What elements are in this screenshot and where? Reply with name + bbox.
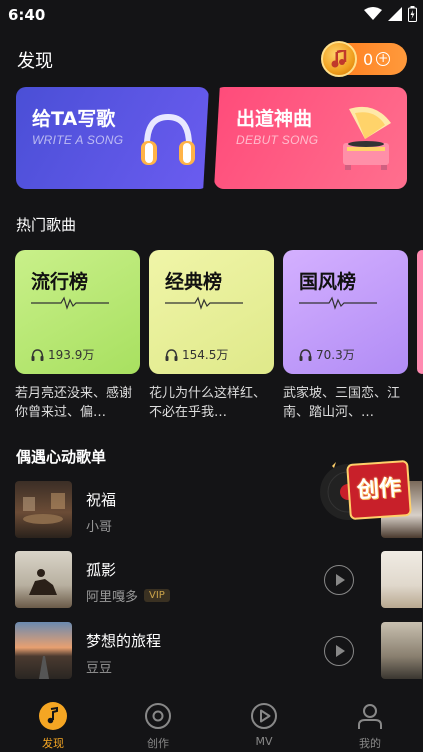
chart-name: 流行榜 — [31, 271, 89, 293]
tab-discover[interactable]: 发现 — [23, 690, 83, 752]
side-cover-image — [381, 622, 422, 679]
chart-description: 武家坡、三国恋、江南、踏山河、… — [283, 386, 401, 420]
song-row[interactable]: 孤影 阿里嘎多 VIP — [15, 551, 422, 609]
vip-badge: VIP — [144, 589, 170, 602]
coin-icon — [321, 41, 357, 77]
tab-create[interactable]: 创作 — [128, 690, 188, 752]
playlist-title: 偶遇心动歌单 — [16, 448, 107, 466]
chart-card-guofeng[interactable]: 国风榜 70.3万 — [283, 250, 408, 374]
side-cover-image — [381, 551, 422, 608]
song-name: 孤影 — [86, 561, 117, 579]
song-artist: 阿里嘎多 VIP — [86, 586, 170, 605]
status-icons — [364, 6, 417, 22]
tab-mv[interactable]: MV — [234, 690, 294, 752]
signal-icon — [388, 7, 402, 21]
chart-card-classic[interactable]: 经典榜 154.5万 — [149, 250, 274, 374]
song-name: 祝福 — [86, 491, 117, 509]
wifi-icon — [364, 7, 382, 20]
waveform-icon — [165, 296, 243, 310]
status-time: 6:40 — [8, 6, 46, 24]
page-title: 发现 — [17, 51, 53, 72]
play-button[interactable] — [324, 636, 354, 666]
chart-play-count: 70.3万 — [316, 348, 355, 362]
write-song-banner[interactable]: 给TA写歌 WRITE A SONG — [16, 87, 209, 189]
waveform-icon — [299, 296, 377, 310]
coin-count: 0 — [363, 49, 374, 69]
chart-plays: 193.9万 — [31, 346, 94, 363]
song-name: 梦想的旅程 — [86, 632, 162, 650]
song-row[interactable]: 梦想的旅程 豆豆 — [15, 622, 422, 680]
headphones-icon — [141, 113, 195, 165]
song-cover-image — [15, 551, 72, 608]
coin-balance-button[interactable]: 0 + — [321, 41, 407, 77]
music-note-icon — [39, 702, 67, 730]
waveform-icon — [31, 296, 109, 310]
banner-subtitle: WRITE A SONG — [32, 133, 124, 147]
plus-icon: + — [376, 51, 391, 66]
disc-icon — [145, 703, 171, 729]
play-button[interactable] — [324, 565, 354, 595]
song-artist: 豆豆 — [86, 661, 113, 676]
chart-plays: 154.5万 — [165, 346, 228, 363]
chart-card-partial[interactable] — [417, 250, 423, 374]
song-artist: 小哥 — [86, 520, 113, 535]
chart-card-pop[interactable]: 流行榜 193.9万 — [15, 250, 140, 374]
chart-play-count: 154.5万 — [182, 348, 229, 362]
chart-description: 花儿为什么这样红、不必在乎我… — [149, 386, 267, 420]
tab-label: MV — [255, 735, 273, 748]
tab-label: 创作 — [147, 737, 169, 750]
create-floating-button[interactable]: 创作 — [318, 458, 414, 524]
banner-title: 出道神曲 — [236, 108, 313, 130]
headphones-icon — [299, 348, 312, 361]
battery-icon — [408, 6, 417, 22]
banner-title: 给TA写歌 — [32, 108, 116, 130]
chart-name: 经典榜 — [165, 271, 223, 293]
song-cover-image — [15, 622, 72, 679]
tab-label: 发现 — [42, 737, 64, 750]
tab-mine[interactable]: 我的 — [340, 690, 400, 752]
song-cover-image — [15, 481, 72, 538]
banner-subtitle: DEBUT SONG — [236, 133, 319, 147]
user-icon — [358, 704, 382, 729]
chart-play-count: 193.9万 — [48, 348, 95, 362]
hot-songs-title: 热门歌曲 — [16, 216, 77, 234]
chart-plays: 70.3万 — [299, 346, 355, 363]
gramophone-icon — [343, 106, 391, 170]
status-bar: 6:40 — [0, 0, 423, 30]
create-label: 创作 — [346, 459, 412, 521]
chart-description: 若月亮还没来、感谢你曾来过、偏… — [15, 386, 133, 420]
headphones-icon — [165, 348, 178, 361]
debut-song-banner[interactable]: 出道神曲 DEBUT SONG — [214, 87, 407, 189]
chart-name: 国风榜 — [299, 271, 357, 293]
bottom-tab-bar: 发现 创作 MV 我的 — [0, 690, 423, 752]
headphones-icon — [31, 348, 44, 361]
play-icon — [251, 703, 277, 729]
tab-label: 我的 — [359, 737, 381, 750]
